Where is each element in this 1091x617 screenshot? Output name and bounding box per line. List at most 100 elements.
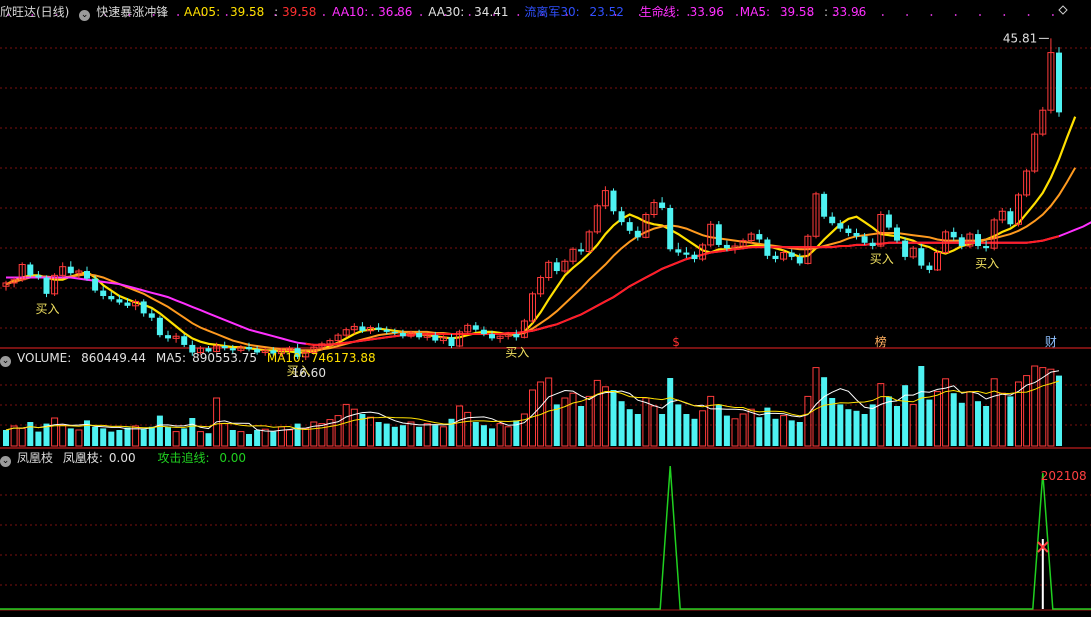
stock-title[interactable]: 欣旺达(日线) [0,5,69,19]
volume-bar [934,391,941,447]
volume-bar [877,383,885,447]
indicator-peak-label: 202108 [1041,469,1087,483]
chevron-down-icon[interactable]: ⌄ [0,356,11,367]
candle-body [667,207,674,250]
volume-bar [189,418,196,446]
signal-dot [1052,14,1054,16]
signal-dot [930,14,933,16]
volume-bar [375,422,382,446]
candle-body [124,302,131,306]
volume-bar [432,425,439,446]
candle-body [983,246,990,249]
volume-bar [27,422,34,446]
volume-bar [423,423,431,447]
volume-bar [691,418,698,446]
volume-bar [1047,368,1055,447]
volume-bar [181,428,188,446]
volume-bar [675,404,682,446]
buy-signal-label: 买入 [870,252,894,266]
volume-bar [667,378,674,446]
volume-bar [156,415,163,446]
candle-body [27,264,34,276]
volume-bar [51,417,59,447]
candle-body [156,317,163,336]
candle-body [659,202,666,208]
volume-bar [416,426,423,446]
volume-bar [439,426,447,447]
volume-bar [294,423,301,446]
volume-bar [286,429,293,447]
candle-body [691,254,698,260]
volume-bar [723,415,730,446]
formula-name[interactable]: 快速暴涨冲锋 [96,5,168,19]
chevron-down-icon[interactable]: ⌄ [0,456,11,467]
volume-bar [845,409,852,446]
candle-body [108,296,115,300]
candle-body [480,329,487,335]
candle-body [861,236,868,243]
volume-bar [707,395,715,447]
sml-legend: 生命线: 33.96 [639,5,724,19]
candle-body [618,211,625,223]
candle-body [140,301,147,314]
candle-body [148,313,155,318]
candle-body [432,335,439,341]
volume-bar [885,396,892,446]
candle-body [845,228,852,233]
candle-body [788,252,795,257]
candle-body [553,262,560,272]
volume-bar [715,404,722,446]
volume-bar [496,423,504,447]
volume-bar [67,428,74,446]
volume-bar [780,415,788,447]
volume-bar [731,418,739,447]
volume-bar [456,405,464,447]
candle-body [578,249,585,252]
volume-panel-header: ⌄ VOLUME: 860449.44 MA5: 890553.75 MA10: 74… [0,351,376,367]
volume-bar [165,426,171,446]
volume-bar [18,427,26,447]
candle-body [764,239,771,256]
volume-bar [659,414,666,446]
candle-body [391,331,398,333]
volume-bar [229,430,236,446]
volume-bar [990,378,998,447]
volume-bar [75,429,83,447]
volume-bar [837,404,844,446]
volume-bar [853,410,860,446]
volume-bar [407,421,415,447]
candle-body [67,266,74,274]
candle-body [100,290,107,297]
diamond-icon [1058,5,1068,15]
volume-bar [1056,375,1062,446]
oscillator-line [0,465,1091,610]
candle-body [383,329,390,332]
volume-bar [804,395,812,447]
volume-bar [894,406,900,446]
volume-bar [1007,396,1014,446]
max-price-label: 45.81 [1003,31,1037,45]
candle-body [35,275,42,278]
volume-bar [367,416,374,447]
candle-body [1056,52,1062,113]
candle-body [399,332,406,337]
candle-body [918,248,925,266]
candle-body [246,347,252,350]
candle-body [869,242,876,247]
signal-dot [1003,14,1006,16]
candle-body [853,232,860,237]
candle-body [796,256,803,264]
volume-bar [124,427,131,446]
candle-body [975,234,981,247]
volume-bar [3,430,9,446]
aa30-legend: AA30: 34.41 [428,5,509,19]
candle-body [723,244,730,249]
stock-chart[interactable]: 买入买入买入买入 买入16.60$ 榜财45.81202108 [0,0,1091,617]
volume-bar [772,418,779,446]
volume-bar [796,422,803,446]
settings-icon[interactable]: ⌄ [79,10,91,21]
indicator-panel-header: ⌄ 凤凰枝 凤凰枝: 0.00 攻击追线: 0.00 [0,451,247,467]
chart-annotation: 榜 [875,334,887,349]
buy-signal-label: 买入 [505,346,529,360]
candle-body [375,327,382,330]
